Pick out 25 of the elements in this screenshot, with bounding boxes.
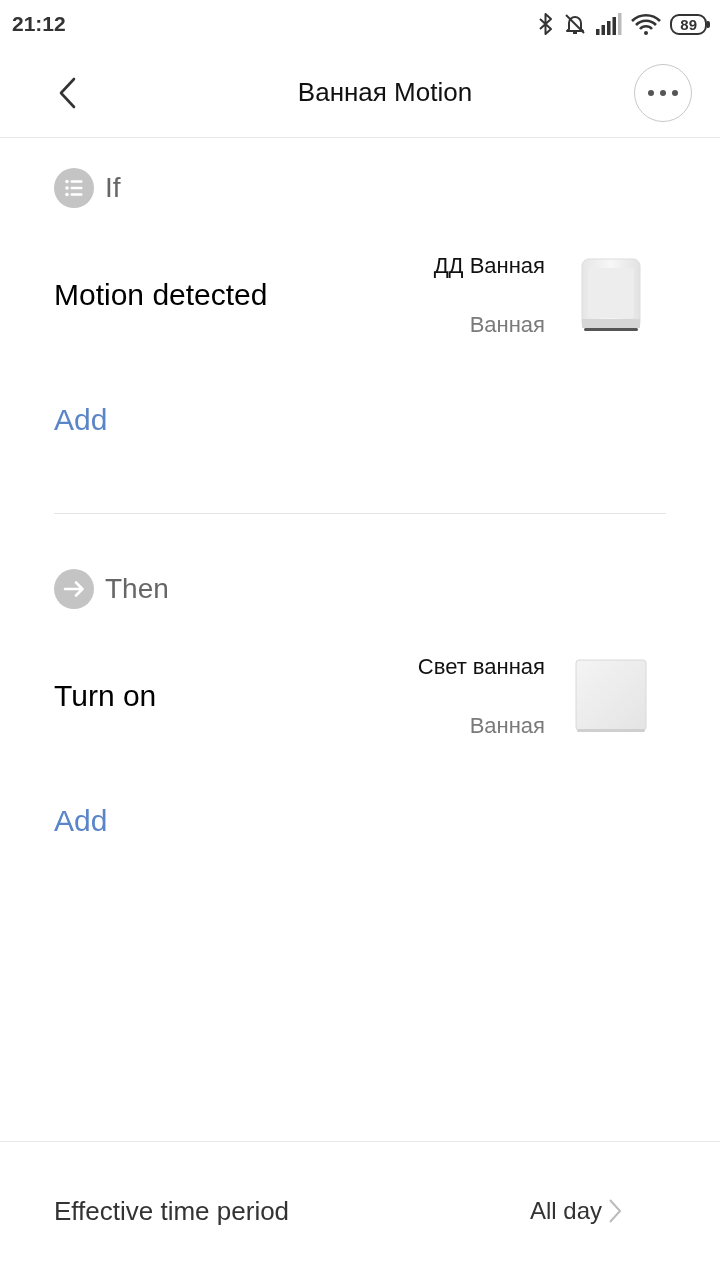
status-time: 21:12 bbox=[12, 12, 66, 36]
time-period-label: Effective time period bbox=[54, 1195, 291, 1227]
page-title: Ванная Motion bbox=[296, 77, 474, 108]
chevron-left-icon bbox=[58, 76, 76, 109]
add-link[interactable]: Add bbox=[54, 390, 108, 450]
device-name: ДД Ванная bbox=[433, 252, 545, 279]
wifi-icon bbox=[631, 13, 662, 35]
battery-indicator: 89 bbox=[670, 13, 710, 35]
section-heading: If bbox=[105, 172, 121, 204]
time-period-value: All day bbox=[529, 1197, 602, 1225]
motion-sensor-icon bbox=[580, 258, 641, 332]
arrow-right-icon bbox=[54, 569, 94, 609]
room-name: Ванная bbox=[469, 712, 545, 739]
action-label: Motion detected bbox=[54, 278, 269, 312]
chevron-right-icon bbox=[608, 1198, 622, 1224]
device-name: Свет ванная bbox=[417, 653, 545, 680]
add-link[interactable]: Add bbox=[54, 791, 108, 851]
signal-icon bbox=[596, 13, 623, 35]
section-heading: Then bbox=[105, 573, 169, 605]
more-icon bbox=[648, 89, 678, 96]
bluetooth-icon bbox=[538, 12, 555, 36]
action-label: Turn on bbox=[54, 679, 158, 713]
room-name: Ванная bbox=[469, 311, 545, 338]
wall-switch-icon bbox=[574, 659, 647, 733]
list-icon bbox=[54, 168, 94, 208]
